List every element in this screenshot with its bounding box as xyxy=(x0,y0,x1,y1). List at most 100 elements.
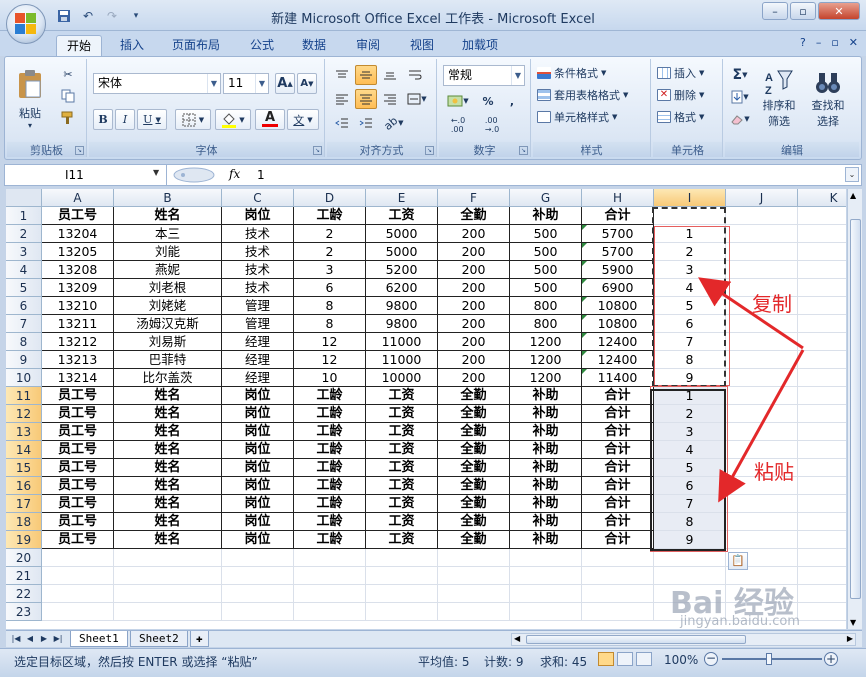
cell-k14[interactable] xyxy=(798,441,846,459)
cell-a11[interactable]: 员工号 xyxy=(42,387,114,405)
cell-k22[interactable] xyxy=(798,585,846,603)
clear-icon[interactable]: ▼ xyxy=(729,109,751,129)
cell-g19[interactable]: 补助 xyxy=(510,531,582,549)
cell-c13[interactable]: 岗位 xyxy=(222,423,294,441)
cell-e6[interactable]: 9800 xyxy=(366,297,438,315)
cell-d9[interactable]: 12 xyxy=(294,351,366,369)
cell-a6[interactable]: 13210 xyxy=(42,297,114,315)
next-sheet-icon[interactable]: ▶ xyxy=(38,633,50,645)
cell-j4[interactable] xyxy=(726,261,798,279)
cell-i3[interactable]: 2 xyxy=(654,243,726,261)
cell-c7[interactable]: 管理 xyxy=(222,315,294,333)
percent-button[interactable]: % xyxy=(477,91,499,111)
conditional-formatting-button[interactable]: 条件格式 ▼ xyxy=(537,65,606,81)
cell-e15[interactable]: 工资 xyxy=(366,459,438,477)
restore-button[interactable]: ▫ xyxy=(790,2,816,20)
cell-k7[interactable] xyxy=(798,315,846,333)
vertical-scrollbar[interactable]: ▲ ▼ xyxy=(847,189,862,629)
clipboard-launcher-icon[interactable]: ↘ xyxy=(75,146,84,155)
cell-d1[interactable]: 工龄 xyxy=(294,207,366,225)
cell-a20[interactable] xyxy=(42,549,114,567)
cell-b16[interactable]: 姓名 xyxy=(114,477,222,495)
cell-k16[interactable] xyxy=(798,477,846,495)
cell-k23[interactable] xyxy=(798,603,846,621)
row-header-8[interactable]: 8 xyxy=(6,333,42,351)
cell-a23[interactable] xyxy=(42,603,114,621)
cell-a3[interactable]: 13205 xyxy=(42,243,114,261)
cell-d7[interactable]: 8 xyxy=(294,315,366,333)
cell-e21[interactable] xyxy=(366,567,438,585)
page-layout-view-icon[interactable] xyxy=(617,652,633,666)
cell-g4[interactable]: 500 xyxy=(510,261,582,279)
cell-i5[interactable]: 4 xyxy=(654,279,726,297)
cell-h2[interactable]: 5700 xyxy=(582,225,654,243)
cell-j1[interactable] xyxy=(726,207,798,225)
cell-f5[interactable]: 200 xyxy=(438,279,510,297)
cell-f1[interactable]: 全勤 xyxy=(438,207,510,225)
cell-f7[interactable]: 200 xyxy=(438,315,510,333)
cell-e1[interactable]: 工资 xyxy=(366,207,438,225)
cell-h5[interactable]: 6900 xyxy=(582,279,654,297)
cell-i15[interactable]: 5 xyxy=(654,459,726,477)
cell-b7[interactable]: 汤姆汉克斯 xyxy=(114,315,222,333)
cell-styles-button[interactable]: 单元格样式 ▼ xyxy=(537,109,617,125)
zoom-in-icon[interactable]: + xyxy=(824,652,838,666)
close-button[interactable]: ✕ xyxy=(818,2,860,20)
cell-e13[interactable]: 工资 xyxy=(366,423,438,441)
cell-k21[interactable] xyxy=(798,567,846,585)
row-header-20[interactable]: 20 xyxy=(6,549,42,567)
format-cells-button[interactable]: 格式 ▼ xyxy=(657,109,704,125)
cell-b10[interactable]: 比尔盖茨 xyxy=(114,369,222,387)
cell-g7[interactable]: 800 xyxy=(510,315,582,333)
tab-data[interactable]: 数据 xyxy=(292,35,336,56)
zoom-slider-thumb[interactable] xyxy=(766,653,772,665)
cell-h19[interactable]: 合计 xyxy=(582,531,654,549)
tab-formulas[interactable]: 公式 xyxy=(240,35,284,56)
cell-i8[interactable]: 7 xyxy=(654,333,726,351)
horizontal-scroll-thumb[interactable] xyxy=(526,635,746,644)
tab-home[interactable]: 开始 xyxy=(56,35,103,56)
cell-g9[interactable]: 1200 xyxy=(510,351,582,369)
row-header-17[interactable]: 17 xyxy=(6,495,42,513)
row-header-16[interactable]: 16 xyxy=(6,477,42,495)
cell-a14[interactable]: 员工号 xyxy=(42,441,114,459)
cell-c16[interactable]: 岗位 xyxy=(222,477,294,495)
tab-review[interactable]: 审阅 xyxy=(346,35,390,56)
cell-a1[interactable]: 员工号 xyxy=(42,207,114,225)
cell-k15[interactable] xyxy=(798,459,846,477)
cell-e20[interactable] xyxy=(366,549,438,567)
cell-g13[interactable]: 补助 xyxy=(510,423,582,441)
cell-j18[interactable] xyxy=(726,513,798,531)
cell-g5[interactable]: 500 xyxy=(510,279,582,297)
tab-view[interactable]: 视图 xyxy=(400,35,444,56)
cell-b1[interactable]: 姓名 xyxy=(114,207,222,225)
formula-value[interactable]: 1 xyxy=(257,165,265,185)
cell-d16[interactable]: 工龄 xyxy=(294,477,366,495)
cell-c10[interactable]: 经理 xyxy=(222,369,294,387)
cell-h7[interactable]: 10800 xyxy=(582,315,654,333)
row-header-21[interactable]: 21 xyxy=(6,567,42,585)
cell-g14[interactable]: 补助 xyxy=(510,441,582,459)
help-icon[interactable]: ? xyxy=(800,36,806,49)
cell-g3[interactable]: 500 xyxy=(510,243,582,261)
cell-g15[interactable]: 补助 xyxy=(510,459,582,477)
cell-b17[interactable]: 姓名 xyxy=(114,495,222,513)
cell-k13[interactable] xyxy=(798,423,846,441)
page-break-view-icon[interactable] xyxy=(636,652,652,666)
cell-b2[interactable]: 本三 xyxy=(114,225,222,243)
column-header-f[interactable]: F xyxy=(438,189,510,207)
cell-d10[interactable]: 10 xyxy=(294,369,366,387)
cell-d8[interactable]: 12 xyxy=(294,333,366,351)
cell-c6[interactable]: 管理 xyxy=(222,297,294,315)
cell-d17[interactable]: 工龄 xyxy=(294,495,366,513)
row-header-10[interactable]: 10 xyxy=(6,369,42,387)
number-format-combo[interactable]: 常规 ▼ xyxy=(443,65,525,86)
row-header-18[interactable]: 18 xyxy=(6,513,42,531)
cell-c14[interactable]: 岗位 xyxy=(222,441,294,459)
sheet-tab-sheet2[interactable]: Sheet2 xyxy=(130,631,188,647)
cell-f22[interactable] xyxy=(438,585,510,603)
cell-b19[interactable]: 姓名 xyxy=(114,531,222,549)
decrease-indent-icon[interactable] xyxy=(331,113,353,133)
cut-icon[interactable]: ✂ xyxy=(57,65,79,83)
grow-font-button[interactable]: A ▲ xyxy=(275,73,295,94)
